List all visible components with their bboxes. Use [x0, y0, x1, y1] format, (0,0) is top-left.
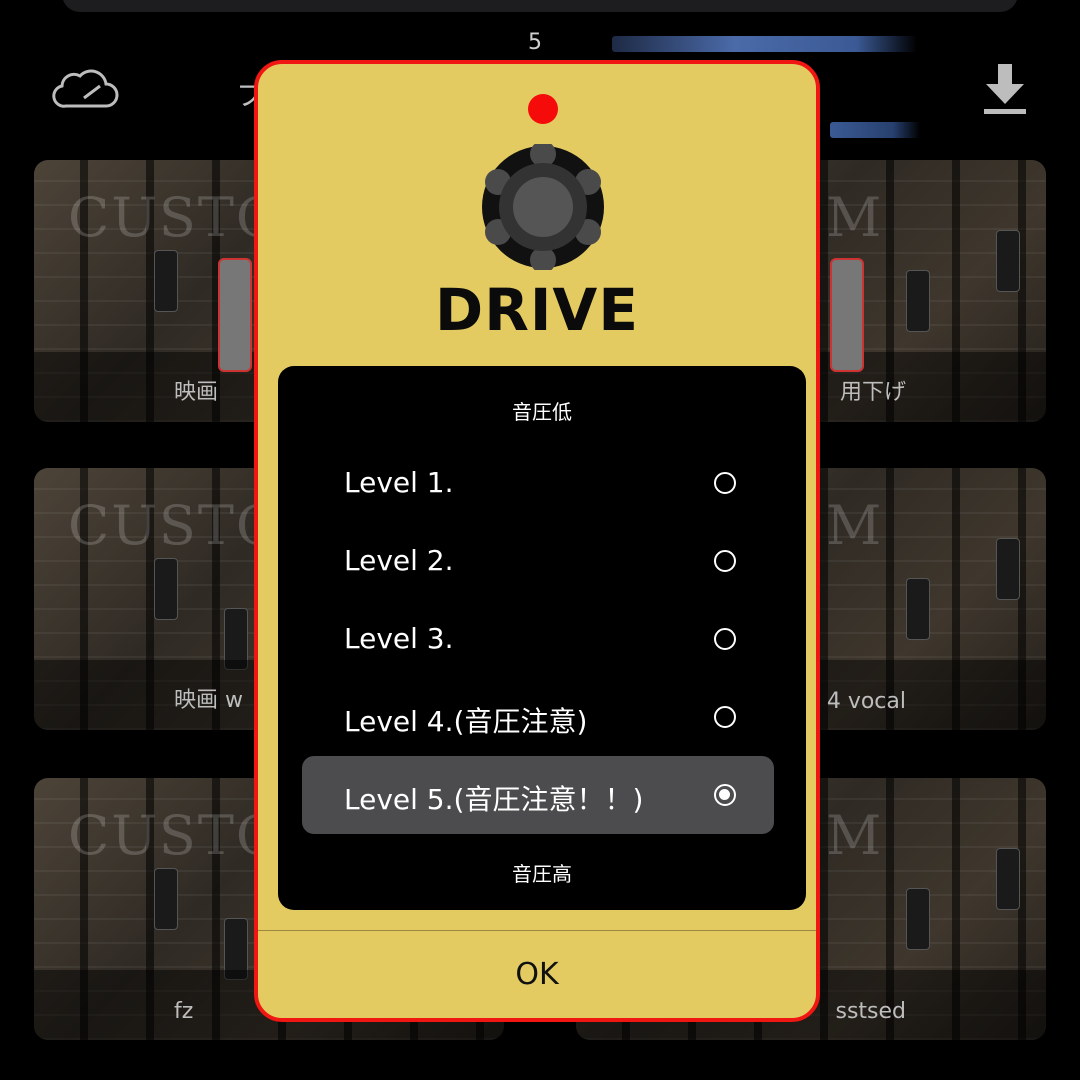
radio-icon[interactable] [714, 628, 736, 650]
option-label: Level 2. [344, 544, 454, 577]
tile-label: 映画 w [174, 688, 243, 713]
level-dialog: DRIVE 音圧低 Level 1. Level 2. Level 3. Lev… [254, 60, 820, 1022]
top-bar [62, 0, 1018, 12]
side-tab [218, 258, 252, 372]
fader [996, 538, 1020, 600]
tile-title: CUSTO [68, 804, 283, 867]
progress-indicator-secondary [830, 122, 920, 138]
fader [154, 868, 178, 930]
tile-title: CUSTO [68, 186, 283, 249]
tile-label: 映画 [174, 380, 219, 405]
divider [258, 930, 816, 931]
tile-title: M [826, 804, 884, 867]
page-number: 5 [528, 30, 542, 55]
radio-icon[interactable] [714, 550, 736, 572]
radio-icon[interactable] [714, 784, 736, 806]
option-label: Level 5.(音圧注意！！) [344, 783, 644, 816]
pedal-name: DRIVE [435, 276, 639, 344]
fader [996, 848, 1020, 910]
fader [906, 270, 930, 332]
level-option-4[interactable]: Level 4.(音圧注意) [302, 678, 774, 756]
option-label: Level 3. [344, 622, 454, 655]
ok-button[interactable]: OK [258, 932, 816, 1018]
tile-title: M [826, 494, 884, 557]
tile-title: M [826, 186, 884, 249]
radio-icon[interactable] [714, 472, 736, 494]
level-option-1[interactable]: Level 1. [302, 444, 774, 522]
tile-title: CUSTO [68, 494, 283, 557]
fader [154, 250, 178, 312]
hint-low: 音圧低 [512, 400, 572, 424]
knob-icon [482, 144, 604, 270]
option-label: Level 1. [344, 466, 454, 499]
progress-indicator [612, 36, 917, 52]
level-option-2[interactable]: Level 2. [302, 522, 774, 600]
fader [154, 558, 178, 620]
download-icon[interactable] [982, 62, 1028, 116]
tile-label: sstsed [835, 999, 906, 1024]
fader [906, 578, 930, 640]
level-option-3[interactable]: Level 3. [302, 600, 774, 678]
tile-label: 用下げ [839, 380, 906, 405]
level-options-panel: 音圧低 Level 1. Level 2. Level 3. Level 4.(… [278, 366, 806, 910]
cloud-icon[interactable] [50, 62, 120, 112]
tile-label: fz [174, 999, 194, 1024]
hint-high: 音圧高 [512, 862, 572, 886]
led-indicator [528, 94, 558, 124]
fader [906, 888, 930, 950]
radio-icon[interactable] [714, 706, 736, 728]
fader [996, 230, 1020, 292]
level-option-5[interactable]: Level 5.(音圧注意！！) [302, 756, 774, 834]
side-tab [830, 258, 864, 372]
option-label: Level 4.(音圧注意) [344, 705, 588, 738]
tile-label: 4 vocal [826, 689, 906, 714]
